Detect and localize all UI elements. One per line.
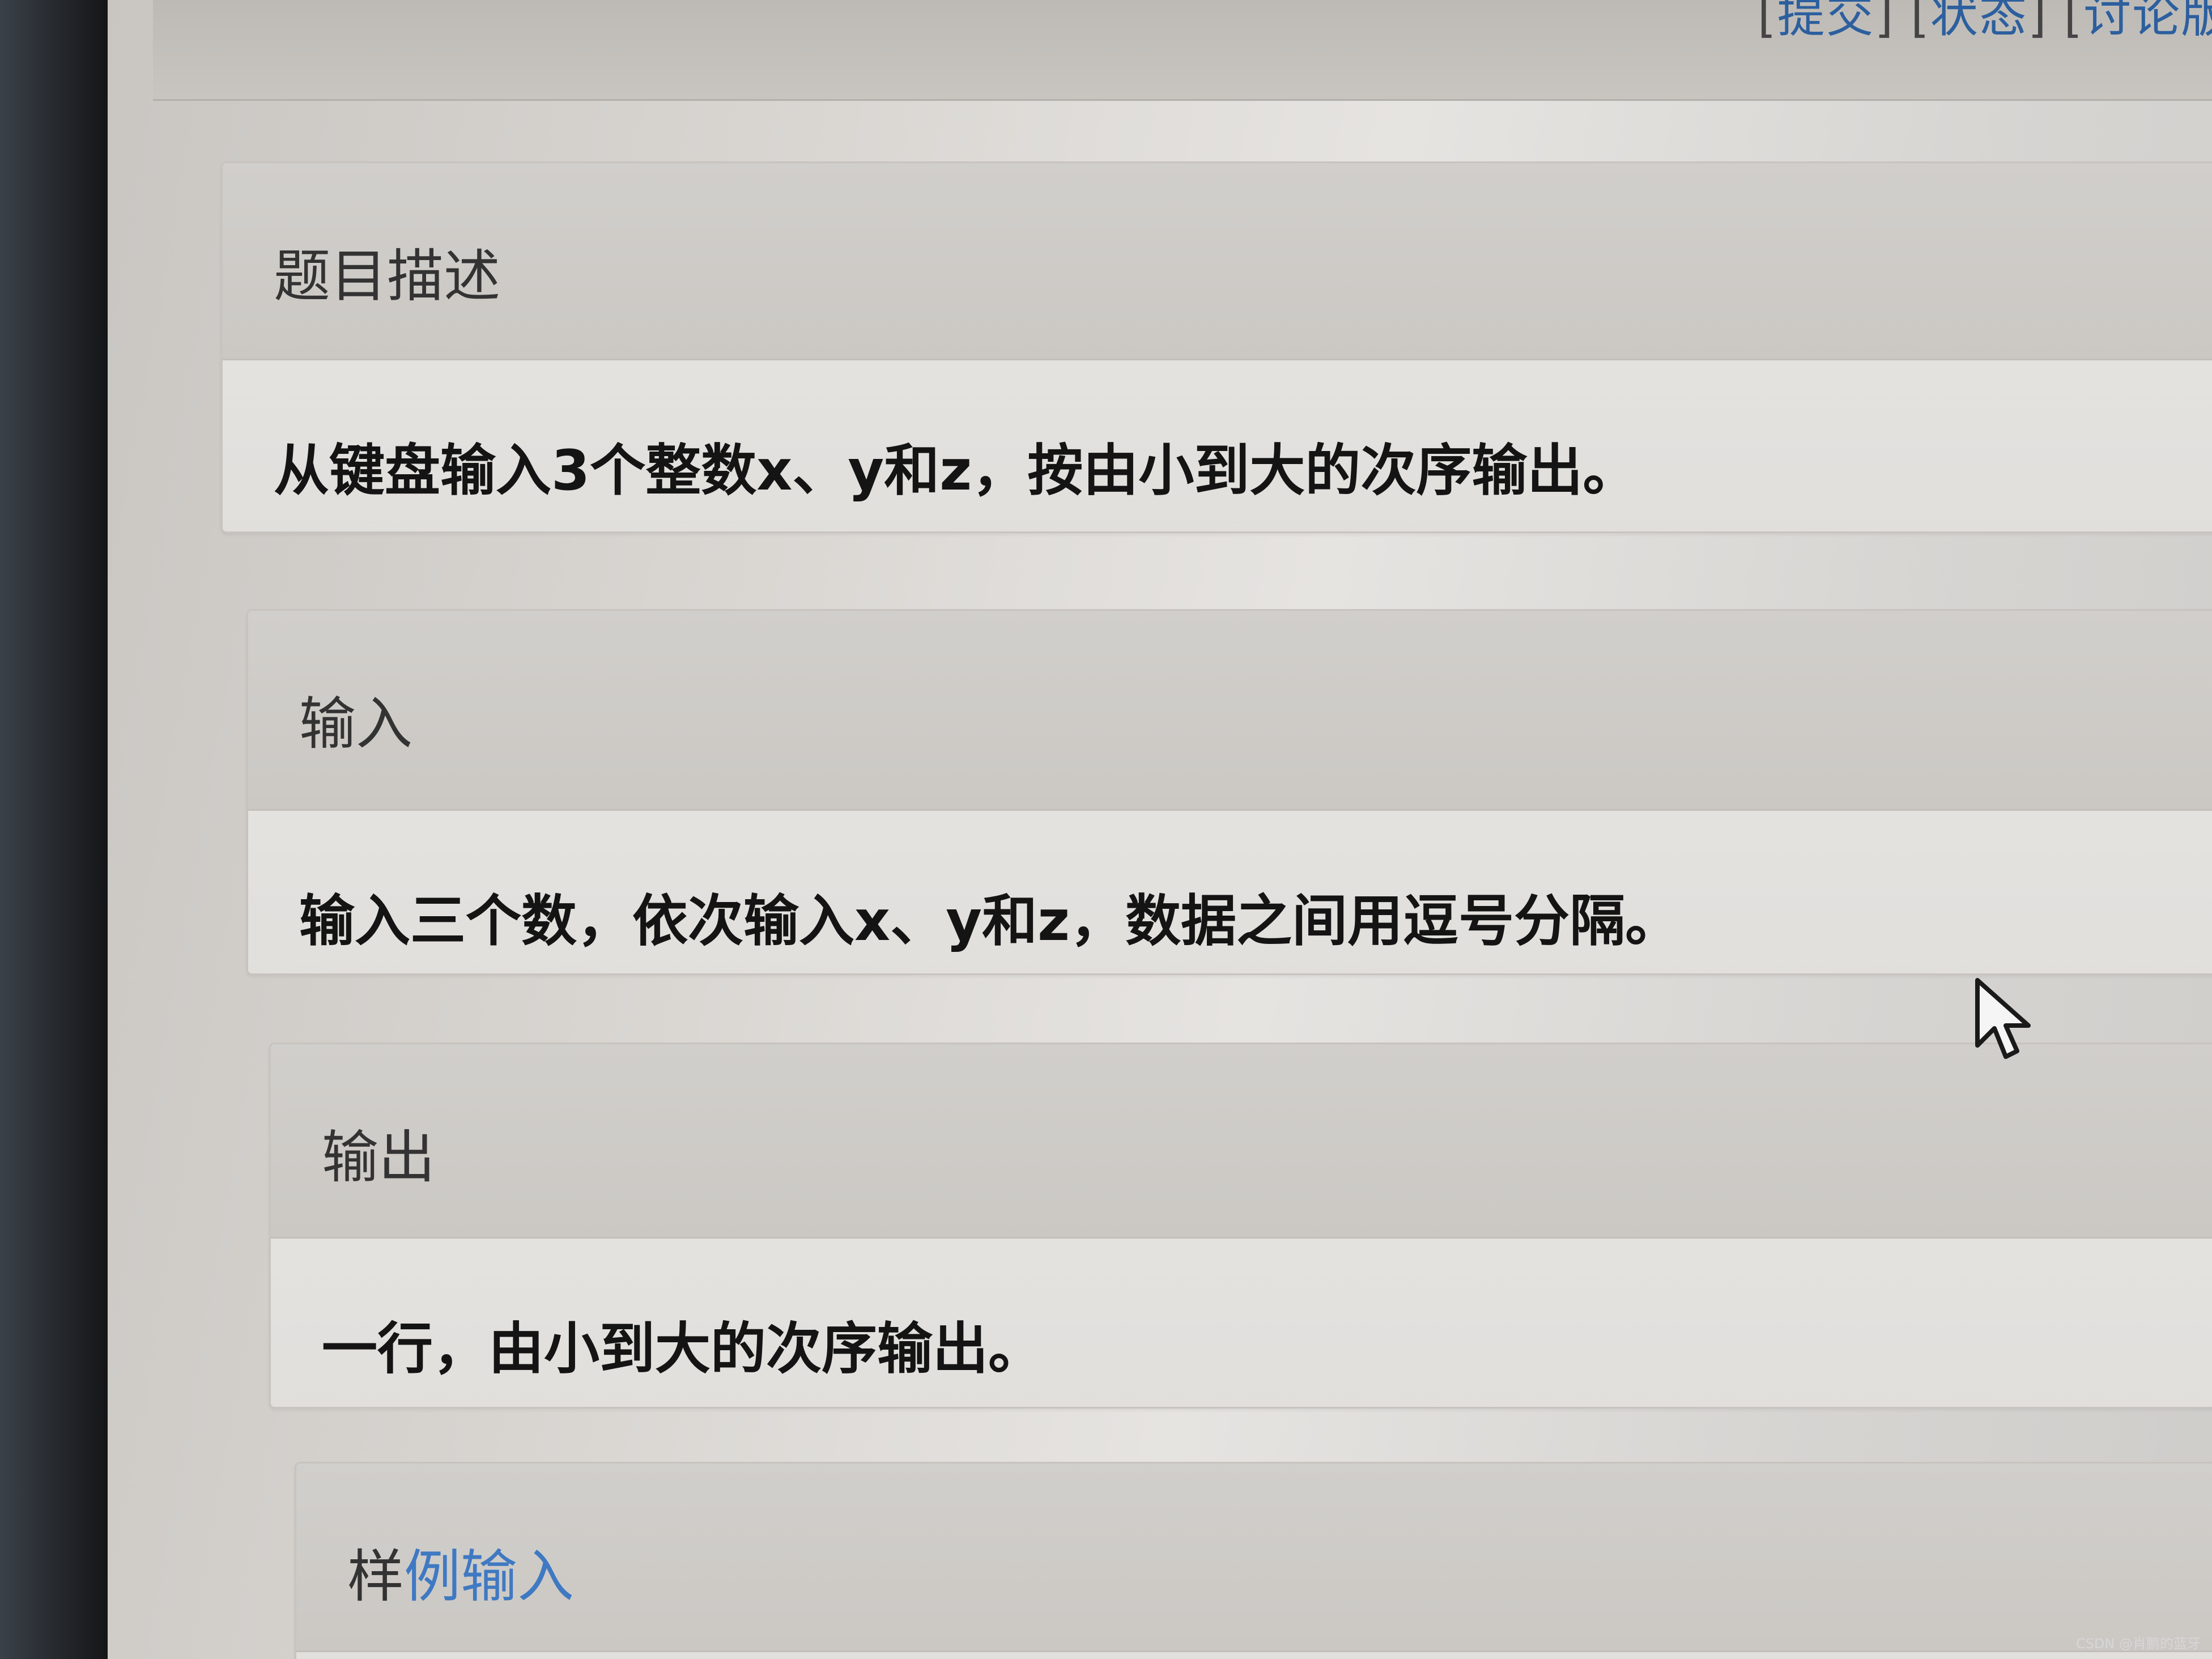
- sample-input-panel-header: 样例输入: [296, 1464, 2212, 1652]
- input-panel: 输入 输入三个数，依次输入x、y和z，数据之间用逗号分隔。: [246, 609, 2212, 975]
- sample-input-title-plain: 样: [347, 1543, 404, 1610]
- output-title: 输出: [322, 1124, 435, 1190]
- watermark: CSDN @肖鹏的蓝牙: [2075, 1636, 2201, 1652]
- input-title: 输入: [299, 691, 412, 757]
- sample-input-title-link[interactable]: 例输入: [404, 1543, 574, 1610]
- sample-input-title: 样例输入: [347, 1530, 574, 1613]
- problem-header-bar: [提交] [状态] [讨论版]: [153, 0, 2212, 101]
- description-text: 从键盘输入3个整数x、y和z，按由小到大的次序输出。: [274, 439, 1639, 503]
- mouse-pointer-icon: [1975, 978, 2031, 1059]
- input-panel-header: 输入: [248, 611, 2212, 811]
- discussion-link[interactable]: 讨论版: [2083, 0, 2212, 43]
- description-title: 题目描述: [274, 243, 500, 309]
- input-panel-body: 输入三个数，依次输入x、y和z，数据之间用逗号分隔。: [248, 811, 2212, 973]
- browser-viewport: [提交] [状态] [讨论版] 题目描述 从键盘输入3个整数x、y和z，按由小到…: [108, 0, 2212, 1659]
- output-panel: 输出 一行，由小到大的次序输出。: [269, 1043, 2212, 1409]
- input-text: 输入三个数，依次输入x、y和z，数据之间用逗号分隔。: [299, 889, 1681, 954]
- sample-input-panel: 样例输入: [295, 1462, 2212, 1659]
- problem-action-links: [提交] [状态] [讨论版]: [1758, 0, 2212, 46]
- description-panel: 题目描述 从键盘输入3个整数x、y和z，按由小到大的次序输出。: [221, 161, 2212, 533]
- submit-link[interactable]: 提交: [1777, 0, 1875, 43]
- status-link[interactable]: 状态: [1930, 0, 2028, 43]
- output-panel-body: 一行，由小到大的次序输出。: [271, 1239, 2212, 1407]
- description-panel-header: 题目描述: [223, 163, 2212, 360]
- description-panel-body: 从键盘输入3个整数x、y和z，按由小到大的次序输出。: [223, 360, 2212, 531]
- output-text: 一行，由小到大的次序输出。: [322, 1317, 1044, 1381]
- output-panel-header: 输出: [271, 1044, 2212, 1239]
- monitor-bezel: [0, 0, 113, 1659]
